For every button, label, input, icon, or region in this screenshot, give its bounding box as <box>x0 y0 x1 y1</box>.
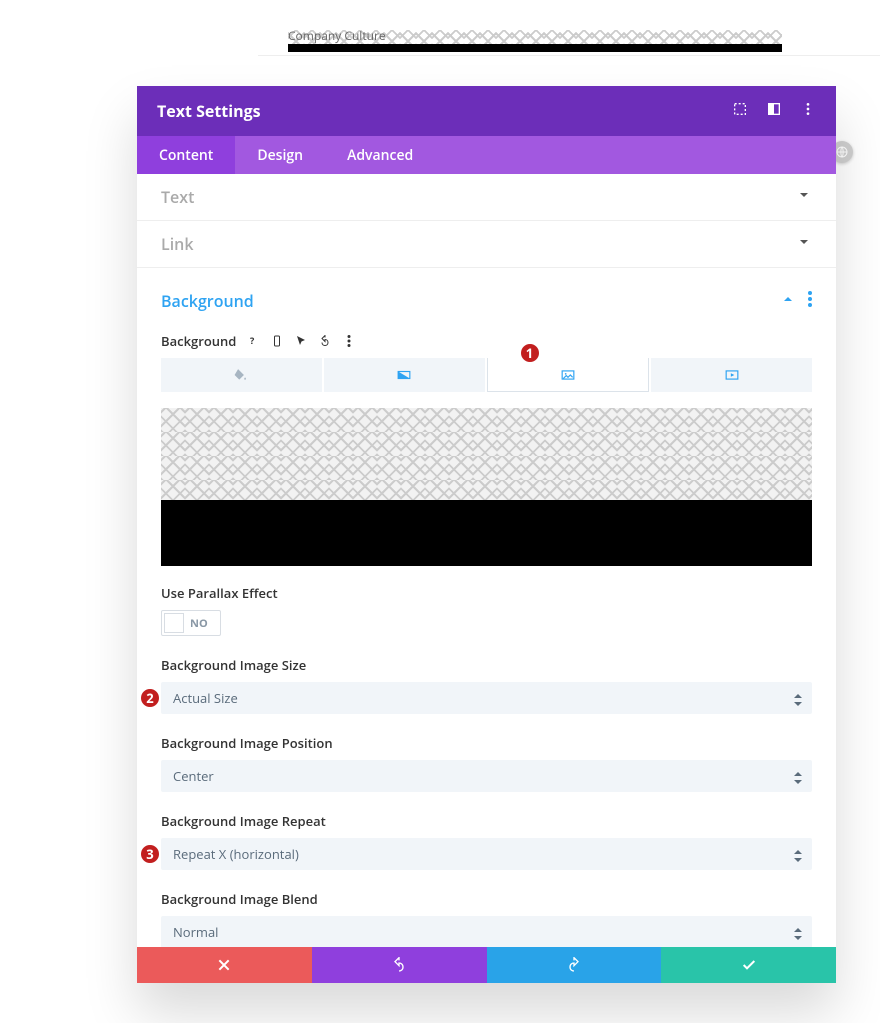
chevron-down-icon <box>796 233 812 255</box>
undo-icon <box>319 335 331 347</box>
select-arrows-icon <box>794 692 802 704</box>
expand-icon <box>732 101 748 117</box>
toggle-label: NO <box>186 616 208 631</box>
repeat-select[interactable]: Repeat X (horizontal) <box>161 838 812 870</box>
blend-label: Background Image Blend <box>161 890 812 908</box>
tab-row: Content Design Advanced <box>137 136 836 174</box>
parallax-label: Use Parallax Effect <box>161 584 812 602</box>
page-preview: Company Culture <box>258 24 880 56</box>
snap-button[interactable] <box>766 100 782 122</box>
video-icon <box>723 368 741 382</box>
snap-icon <box>766 101 782 117</box>
settings-panel: Text Settings Content Design Advanced Te… <box>137 86 836 983</box>
parallax-toggle[interactable]: NO <box>161 610 221 636</box>
position-label: Background Image Position <box>161 734 812 752</box>
bgtype-gradient[interactable] <box>324 358 485 392</box>
hover-button[interactable] <box>294 334 308 348</box>
section-background-body: Background ? <box>137 324 836 947</box>
background-label-row: Background ? <box>161 332 812 350</box>
preview-black <box>161 500 812 566</box>
annotation-badge-3: 3 <box>139 843 161 865</box>
bgtype-color[interactable] <box>161 358 322 392</box>
svg-text:?: ? <box>250 335 255 347</box>
preview-blackbar <box>288 44 782 52</box>
redo-button[interactable] <box>487 947 662 983</box>
section-text[interactable]: Text <box>137 174 836 221</box>
panel-footer <box>137 947 836 983</box>
annotation-badge-2: 2 <box>139 687 161 709</box>
bgtype-video[interactable] <box>651 358 812 392</box>
image-icon <box>559 368 577 382</box>
blend-select-value: Normal <box>173 923 218 941</box>
chevron-up-icon <box>780 290 796 312</box>
field-menu-button[interactable] <box>342 334 356 348</box>
position-select-value: Center <box>173 767 214 785</box>
tab-advanced[interactable]: Advanced <box>325 136 435 174</box>
cursor-icon <box>295 335 307 347</box>
gradient-icon <box>395 368 413 382</box>
responsive-button[interactable] <box>270 334 284 348</box>
annotation-badge-1: 1 <box>519 342 541 364</box>
panel-scroll[interactable]: Text Link Background <box>137 174 836 947</box>
expand-button[interactable] <box>732 100 748 122</box>
section-background-title: Background <box>161 290 254 312</box>
section-menu-button[interactable] <box>808 290 812 312</box>
background-preview[interactable] <box>161 408 812 566</box>
blend-select[interactable]: Normal <box>161 916 812 947</box>
panel-body: Text Link Background <box>137 174 836 947</box>
reset-button[interactable] <box>318 334 332 348</box>
section-link[interactable]: Link <box>137 221 836 268</box>
chevron-down-icon <box>796 186 812 208</box>
select-arrows-icon <box>794 848 802 860</box>
size-select[interactable]: Actual Size <box>161 682 812 714</box>
cancel-button[interactable] <box>137 947 312 983</box>
phone-icon <box>271 335 283 347</box>
tab-content[interactable]: Content <box>137 136 235 174</box>
section-text-title: Text <box>161 186 194 208</box>
globe-icon <box>836 146 848 158</box>
preview-label: Company Culture <box>288 27 386 44</box>
position-select[interactable]: Center <box>161 760 812 792</box>
toggle-knob <box>164 613 184 633</box>
redo-icon <box>566 957 582 973</box>
paint-bucket-icon <box>232 368 250 382</box>
save-button[interactable] <box>661 947 836 983</box>
tab-design[interactable]: Design <box>235 136 325 174</box>
more-button[interactable] <box>800 100 816 122</box>
bgtype-image[interactable] <box>487 358 650 392</box>
section-link-title: Link <box>161 233 193 255</box>
size-select-value: Actual Size <box>173 689 238 707</box>
more-vertical-icon <box>343 335 355 347</box>
repeat-select-value: Repeat X (horizontal) <box>173 845 299 863</box>
undo-button[interactable] <box>312 947 487 983</box>
help-icon: ? <box>247 335 259 347</box>
repeat-label: Background Image Repeat <box>161 812 812 830</box>
check-icon <box>741 957 757 973</box>
size-label: Background Image Size <box>161 656 812 674</box>
undo-icon <box>391 957 407 973</box>
help-button[interactable]: ? <box>246 334 260 348</box>
preview-pattern <box>161 408 812 500</box>
background-type-tabs: 1 <box>161 358 812 392</box>
background-label: Background <box>161 332 236 350</box>
section-background[interactable]: Background <box>137 268 836 324</box>
close-icon <box>216 957 232 973</box>
more-vertical-icon <box>800 101 816 117</box>
select-arrows-icon <box>794 926 802 938</box>
select-arrows-icon <box>794 770 802 782</box>
panel-header: Text Settings <box>137 86 836 136</box>
panel-title: Text Settings <box>157 100 261 122</box>
